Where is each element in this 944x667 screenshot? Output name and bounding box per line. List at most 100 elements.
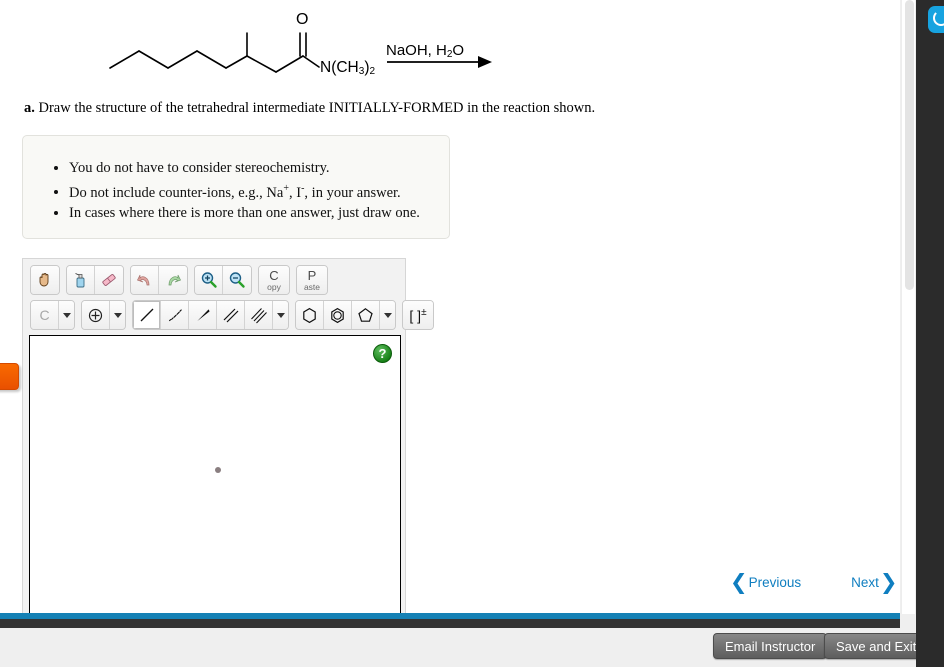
- cyclohexane-ring-button[interactable]: [296, 301, 324, 329]
- bracket-text: [ ]: [409, 307, 422, 324]
- list-item: In cases where there is more than one an…: [69, 203, 449, 224]
- sketcher-toolbar-row-1: C opy P aste: [30, 265, 334, 295]
- molecule-sketcher: C opy P aste C []± ?: [22, 258, 434, 614]
- copy-button[interactable]: C opy: [259, 266, 289, 294]
- charge-dropdown-button[interactable]: [110, 301, 125, 329]
- zoom-in-button[interactable]: [195, 266, 223, 294]
- bracket-sup: ±: [421, 306, 427, 318]
- chevron-right-icon: ❯: [879, 570, 898, 594]
- triple-bond-icon: [250, 308, 267, 324]
- cyclopentane-ring-button[interactable]: [352, 301, 380, 329]
- note2-post: , in your answer.: [304, 184, 401, 201]
- circle-icon: [933, 10, 944, 26]
- charge-tool-button[interactable]: [82, 301, 110, 329]
- left-margin-strip: [18, 0, 21, 614]
- pan-group: [30, 265, 60, 295]
- chevron-down-icon: [383, 312, 392, 318]
- eraser-tool-button[interactable]: [95, 266, 123, 294]
- undo-icon: [136, 274, 149, 286]
- plus-circle-icon: [88, 308, 103, 322]
- eraser-icon: [102, 274, 116, 286]
- reaction-scheme: O N(CH3)2 NaOH, H2O: [0, 0, 560, 95]
- bracket-tool-button[interactable]: [ ]±: [403, 301, 433, 329]
- chevron-left-icon: ❮: [730, 570, 748, 594]
- note2-mid: , I: [288, 184, 302, 201]
- email-instructor-button[interactable]: Email Instructor: [713, 633, 828, 659]
- hand-icon: [39, 273, 49, 287]
- screen: O N(CH3)2 NaOH, H2O a. Draw the structur…: [0, 0, 944, 667]
- benzene-ring-button[interactable]: [324, 301, 352, 329]
- navigation-controls: ❮ Previous Next ❯: [730, 572, 898, 593]
- paste-button[interactable]: P aste: [297, 266, 327, 294]
- zoom-in-icon: [201, 272, 217, 288]
- hash-bond-button[interactable]: [161, 301, 189, 329]
- single-bond-button[interactable]: [133, 301, 161, 329]
- sketcher-toolbar-row-2: C []±: [30, 300, 440, 330]
- hexagon-icon: [303, 307, 316, 323]
- dark-accent-bar: [0, 619, 900, 628]
- question-body: Draw the structure of the tetrahedral in…: [38, 100, 596, 116]
- amide-nitrogen-label: N(CH3)2: [320, 59, 375, 77]
- feedback-tab[interactable]: [0, 363, 19, 390]
- charge-group: [81, 300, 126, 330]
- instructions-list: You do not have to consider stereochemis…: [23, 136, 449, 223]
- content-page: O N(CH3)2 NaOH, H2O a. Draw the structur…: [0, 0, 900, 614]
- spray-bottle-icon: [74, 273, 84, 288]
- reagents-part2: O: [452, 42, 465, 59]
- element-carbon-button[interactable]: C: [31, 301, 59, 329]
- nlabel-sub2: 2: [369, 66, 376, 77]
- drawing-canvas[interactable]: ?: [29, 335, 401, 614]
- nlabel-part1: N(CH: [320, 59, 359, 76]
- redo-icon: [168, 274, 181, 286]
- edit-tools-group: [66, 265, 124, 295]
- chevron-down-icon: [113, 312, 122, 318]
- copy-big-letter: C: [269, 267, 279, 283]
- carbonyl-oxygen-label: O: [296, 11, 309, 28]
- element-label: C: [39, 307, 50, 323]
- paste-big-letter: P: [307, 267, 317, 283]
- aromatic-ring-icon: [331, 307, 344, 323]
- next-button[interactable]: Next ❯: [851, 572, 897, 593]
- clean-tool-button[interactable]: [67, 266, 95, 294]
- ring-tools-group: [295, 300, 396, 330]
- right-dock-panel: [916, 0, 944, 667]
- copy-small-text: opy: [267, 281, 281, 292]
- reaction-structure-svg: [109, 32, 492, 73]
- question-label: a.: [24, 100, 35, 116]
- single-bond-icon: [140, 308, 153, 322]
- app-icon[interactable]: [928, 6, 944, 33]
- instructions-box: You do not have to consider stereochemis…: [22, 135, 450, 239]
- zoom-group: [194, 265, 252, 295]
- list-item: Do not include counter-ions, e.g., Na+, …: [69, 179, 449, 203]
- bracket-group: [ ]±: [402, 300, 434, 330]
- pan-tool-button[interactable]: [31, 266, 59, 294]
- help-icon[interactable]: ?: [373, 344, 392, 363]
- page-scrollbar-track[interactable]: [901, 0, 915, 614]
- save-and-exit-button[interactable]: Save and Exit: [824, 633, 929, 659]
- bond-dropdown-button[interactable]: [273, 301, 288, 329]
- reagents-part1: NaOH, H: [386, 42, 447, 59]
- double-bond-icon: [223, 308, 238, 323]
- chevron-down-icon: [62, 312, 71, 318]
- double-bond-button[interactable]: [217, 301, 245, 329]
- paste-small-text: aste: [303, 281, 321, 292]
- zoom-out-icon: [229, 272, 245, 288]
- element-dropdown-button[interactable]: [59, 301, 74, 329]
- bond-tools-group: [132, 300, 289, 330]
- triple-bond-button[interactable]: [245, 301, 273, 329]
- page-scrollbar-thumb[interactable]: [905, 0, 914, 290]
- ring-dropdown-button[interactable]: [380, 301, 395, 329]
- copy-group: C opy: [258, 265, 290, 295]
- reagents-label: NaOH, H2O: [386, 42, 464, 60]
- arrow-head: [478, 56, 492, 68]
- wedge-bond-icon: [196, 309, 210, 321]
- hashed-wedge-bond-icon: [168, 309, 182, 322]
- previous-button[interactable]: ❮ Previous: [730, 572, 801, 593]
- paste-group: P aste: [296, 265, 328, 295]
- undo-button[interactable]: [131, 266, 159, 294]
- wedge-bond-button[interactable]: [189, 301, 217, 329]
- redo-button[interactable]: [159, 266, 187, 294]
- atom-point[interactable]: [215, 467, 221, 473]
- zoom-out-button[interactable]: [223, 266, 251, 294]
- chevron-down-icon: [276, 312, 285, 318]
